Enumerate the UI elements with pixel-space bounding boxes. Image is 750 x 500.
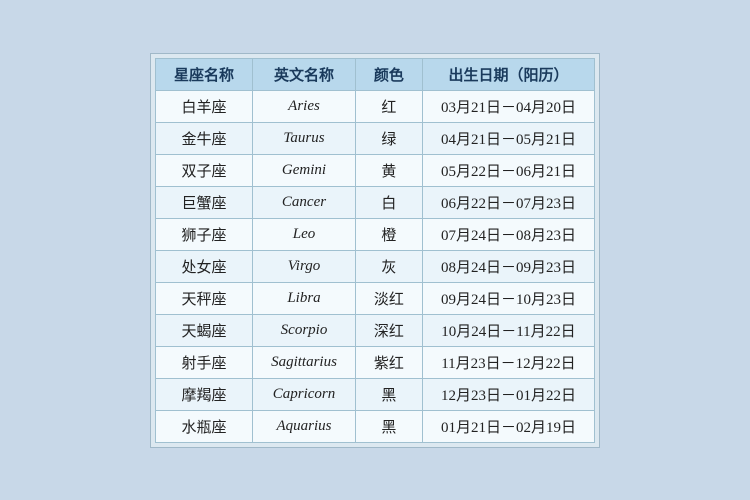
table-row: 射手座Sagittarius紫红11月23日－12月22日 xyxy=(156,346,595,378)
col-header-color: 颜色 xyxy=(355,58,422,90)
cell-date: 07月24日－08月23日 xyxy=(422,218,594,250)
cell-color: 绿 xyxy=(355,122,422,154)
cell-date: 08月24日－09月23日 xyxy=(422,250,594,282)
cell-color: 橙 xyxy=(355,218,422,250)
cell-date: 09月24日－10月23日 xyxy=(422,282,594,314)
cell-date: 04月21日－05月21日 xyxy=(422,122,594,154)
cell-color: 白 xyxy=(355,186,422,218)
cell-english: Taurus xyxy=(253,122,356,154)
table-row: 金牛座Taurus绿04月21日－05月21日 xyxy=(156,122,595,154)
cell-english: Capricorn xyxy=(253,378,356,410)
cell-chinese: 白羊座 xyxy=(156,90,253,122)
cell-date: 12月23日－01月22日 xyxy=(422,378,594,410)
table-row: 巨蟹座Cancer白06月22日－07月23日 xyxy=(156,186,595,218)
table-row: 水瓶座Aquarius黑01月21日－02月19日 xyxy=(156,410,595,442)
cell-date: 03月21日－04月20日 xyxy=(422,90,594,122)
cell-chinese: 处女座 xyxy=(156,250,253,282)
cell-chinese: 巨蟹座 xyxy=(156,186,253,218)
cell-date: 11月23日－12月22日 xyxy=(422,346,594,378)
cell-english: Cancer xyxy=(253,186,356,218)
table-row: 双子座Gemini黄05月22日－06月21日 xyxy=(156,154,595,186)
cell-english: Scorpio xyxy=(253,314,356,346)
cell-color: 红 xyxy=(355,90,422,122)
cell-english: Sagittarius xyxy=(253,346,356,378)
zodiac-table: 星座名称 英文名称 颜色 出生日期（阳历） 白羊座Aries红03月21日－04… xyxy=(155,58,595,443)
cell-english: Leo xyxy=(253,218,356,250)
cell-english: Gemini xyxy=(253,154,356,186)
table-row: 狮子座Leo橙07月24日－08月23日 xyxy=(156,218,595,250)
cell-color: 黄 xyxy=(355,154,422,186)
col-header-date: 出生日期（阳历） xyxy=(422,58,594,90)
cell-chinese: 射手座 xyxy=(156,346,253,378)
cell-date: 01月21日－02月19日 xyxy=(422,410,594,442)
cell-chinese: 狮子座 xyxy=(156,218,253,250)
col-header-chinese: 星座名称 xyxy=(156,58,253,90)
table-row: 处女座Virgo灰08月24日－09月23日 xyxy=(156,250,595,282)
table-header-row: 星座名称 英文名称 颜色 出生日期（阳历） xyxy=(156,58,595,90)
cell-english: Aquarius xyxy=(253,410,356,442)
table-wrapper: 星座名称 英文名称 颜色 出生日期（阳历） 白羊座Aries红03月21日－04… xyxy=(150,53,600,448)
cell-english: Aries xyxy=(253,90,356,122)
cell-chinese: 双子座 xyxy=(156,154,253,186)
cell-color: 紫红 xyxy=(355,346,422,378)
col-header-english: 英文名称 xyxy=(253,58,356,90)
cell-date: 06月22日－07月23日 xyxy=(422,186,594,218)
cell-color: 黑 xyxy=(355,410,422,442)
cell-english: Libra xyxy=(253,282,356,314)
table-row: 白羊座Aries红03月21日－04月20日 xyxy=(156,90,595,122)
cell-color: 淡红 xyxy=(355,282,422,314)
cell-chinese: 摩羯座 xyxy=(156,378,253,410)
cell-color: 黑 xyxy=(355,378,422,410)
table-row: 天秤座Libra淡红09月24日－10月23日 xyxy=(156,282,595,314)
cell-chinese: 水瓶座 xyxy=(156,410,253,442)
cell-chinese: 天蝎座 xyxy=(156,314,253,346)
cell-english: Virgo xyxy=(253,250,356,282)
cell-date: 05月22日－06月21日 xyxy=(422,154,594,186)
cell-chinese: 金牛座 xyxy=(156,122,253,154)
table-row: 天蝎座Scorpio深红10月24日－11月22日 xyxy=(156,314,595,346)
cell-date: 10月24日－11月22日 xyxy=(422,314,594,346)
cell-chinese: 天秤座 xyxy=(156,282,253,314)
table-row: 摩羯座Capricorn黑12月23日－01月22日 xyxy=(156,378,595,410)
cell-color: 深红 xyxy=(355,314,422,346)
cell-color: 灰 xyxy=(355,250,422,282)
